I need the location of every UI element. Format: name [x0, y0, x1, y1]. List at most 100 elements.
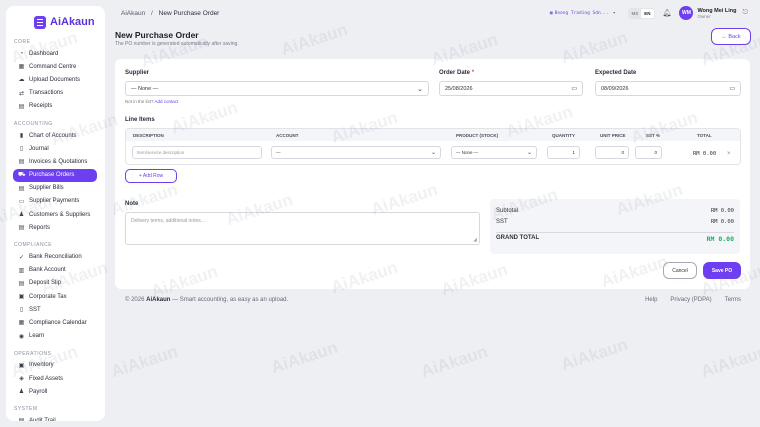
subtotal-value: RM 0.00 [710, 208, 734, 214]
footer-link-terms[interactable]: Terms [725, 297, 741, 303]
sidebar-item-label: Inventory [29, 362, 54, 369]
bell-icon[interactable]: 🔔︎ [663, 9, 672, 17]
sidebar-item-chart-of-accounts[interactable]: ▮ Chart of Accounts [13, 129, 97, 142]
footer: © 2026 AiAkaun — Smart accounting, as ea… [125, 297, 288, 303]
row-total: RM 0.00 [693, 151, 717, 157]
breadcrumb-root[interactable]: AiAkaun [121, 10, 145, 17]
totals-panel: Subtotal RM 0.00 SST RM 0.00 GRAND TOTAL… [490, 199, 740, 254]
save-po-button[interactable]: Save PO [703, 262, 741, 279]
note-textarea[interactable]: Delivery terms, additional notes... ◢ [125, 212, 480, 245]
watermark-text: AiAkaun [418, 341, 491, 382]
sidebar-item-reports[interactable]: ▤ Reports [13, 221, 97, 234]
sidebar-item-label: Fixed Assets [29, 375, 64, 382]
supplier-select[interactable]: — None — ⌄ [125, 81, 429, 96]
logo-icon [34, 15, 46, 29]
cancel-button[interactable]: Cancel [663, 262, 697, 279]
sidebar-item-compliance-calendar[interactable]: ▦ Compliance Calendar [13, 316, 97, 329]
expected-date-input[interactable]: 08/09/2026 ▭ [595, 81, 741, 96]
sidebar-item-bank-account[interactable]: ▥ Bank Account [13, 264, 97, 277]
account-select[interactable]: — ⌄ [271, 146, 441, 159]
calendar-icon[interactable]: ▭ [729, 85, 735, 92]
sidebar-item-label: Receipts [29, 103, 53, 110]
not-listed-hint: Not in the list? Add contact [125, 99, 178, 104]
watermark-text: AiAkaun [278, 19, 351, 60]
description-input[interactable]: Item/service description [132, 146, 262, 159]
not-listed-text: Not in the list? [125, 99, 154, 104]
avatar[interactable]: WM [679, 6, 694, 20]
sidebar-item-label: Dashboard [29, 50, 59, 57]
watermark-text: AiAkaun [268, 337, 341, 378]
calendar-icon[interactable]: ▭ [571, 85, 577, 92]
sidebar-item-label: Bank Reconciliation [29, 254, 82, 261]
sidebar-item-inventory[interactable]: ▣ Inventory [13, 359, 97, 372]
user-role: Owner [697, 13, 711, 19]
sst-value: RM 0.00 [710, 219, 734, 225]
sidebar-item-journal[interactable]: ▯ Journal [13, 142, 97, 155]
sidebar-item-invoices-quotations[interactable]: ▤ Invoices & Quotations [13, 155, 97, 168]
language-toggle: MS EN [627, 7, 655, 19]
sidebar-item-transactions[interactable]: ⇄ Transactions [13, 87, 97, 100]
sidebar-item-audit-trail[interactable]: ▤ Audit Trail [13, 414, 97, 421]
grand-total-row: GRAND TOTAL RM 0.00 [496, 235, 734, 243]
transfer-icon: ⇄ [18, 90, 25, 97]
sidebar-item-bank-reconciliation[interactable]: ✓ Bank Reconciliation [13, 250, 97, 263]
quantity-input[interactable]: 1 [547, 146, 580, 159]
remove-row-icon[interactable]: × [727, 151, 731, 157]
order-date-input[interactable]: 25/08/2026 ▭ [439, 81, 583, 96]
page-subtitle: The PO number is generated automatically… [115, 41, 239, 47]
sidebar-item-label: Payroll [29, 388, 48, 395]
sidebar-item-supplier-payments[interactable]: ▭ Supplier Payments [13, 195, 97, 208]
sidebar-item-command-centre[interactable]: ▦ Command Centre [13, 60, 97, 73]
sst-input[interactable]: 0 [635, 146, 662, 159]
sidebar-item-sst[interactable]: ▯ SST [13, 303, 97, 316]
breadcrumb-separator: / [151, 10, 153, 17]
sidebar-item-dashboard[interactable]: ◔ Dashboard [13, 47, 97, 60]
chevron-down-icon: ⌄ [526, 150, 532, 156]
sidebar-item-label: Journal [29, 145, 49, 152]
lang-en[interactable]: EN [641, 8, 654, 18]
order-date-value: 25/08/2026 [445, 85, 473, 92]
sidebar-item-deposit-slip[interactable]: ▤ Deposit Slip [13, 277, 97, 290]
grand-total-value: RM 0.00 [706, 235, 734, 243]
chevron-down-icon: ▾ [612, 10, 616, 16]
sidebar-item-label: Invoices & Quotations [29, 158, 88, 165]
logout-icon[interactable]: ⎋ [742, 9, 748, 17]
sidebar-item-customers-suppliers[interactable]: ♟ Customers & Suppliers [13, 208, 97, 221]
sidebar-item-receipts[interactable]: ▤ Receipts [13, 100, 97, 113]
resize-grip-icon[interactable]: ◢ [473, 237, 477, 243]
gauge-icon: ◔ [19, 50, 24, 57]
footer-link-help[interactable]: Help [645, 297, 657, 303]
unit-price-input[interactable]: 0 [595, 146, 629, 159]
box-icon: ▣ [18, 362, 25, 369]
back-button[interactable]: ← Back [711, 28, 751, 45]
footer-link-privacy[interactable]: Privacy (PDPA) [670, 297, 711, 303]
user-info[interactable]: Wong Mei Ling Owner [697, 8, 736, 19]
calendar-icon: ▦ [18, 320, 25, 327]
sidebar-item-payroll[interactable]: ♟ Payroll [13, 385, 97, 398]
cart-icon: ⛟ [18, 172, 26, 179]
sidebar-section-label: SYSTEM [14, 406, 38, 413]
add-contact-link[interactable]: Add contact [155, 99, 179, 104]
company-switcher[interactable]: ▦ Boong Trading Sdn... ▾ [550, 11, 616, 16]
col-account: ACCOUNT [276, 133, 299, 138]
sidebar-item-upload-documents[interactable]: ☁ Upload Documents [13, 73, 97, 86]
sidebar-item-label: Bank Account [29, 267, 66, 274]
cloud-upload-icon: ☁ [18, 77, 25, 84]
bank-icon: ▥ [18, 267, 25, 274]
lang-ms[interactable]: MS [629, 9, 642, 18]
product-select[interactable]: — None — ⌄ [451, 146, 537, 159]
col-unit-price: UNIT PRICE [600, 133, 626, 138]
line-items-table: DESCRIPTION ACCOUNT PRODUCT (STOCK) QUAN… [125, 128, 741, 165]
sidebar-item-fixed-assets[interactable]: ◈ Fixed Assets [13, 372, 97, 385]
breadcrumb-current: New Purchase Order [158, 10, 220, 17]
brand[interactable]: AiAkaun [34, 11, 105, 33]
sidebar-item-learn[interactable]: ◉ Learn [13, 330, 97, 343]
watermark-text: AiAkaun [558, 334, 631, 375]
add-row-button[interactable]: + Add Row [125, 169, 177, 183]
sidebar: AiAkaun CORE ◔ Dashboard ▦ Command Centre ☁ Up… [6, 6, 105, 421]
grand-total-label: GRAND TOTAL [496, 235, 540, 241]
sidebar-item-purchase-orders[interactable]: ⛟ Purchase Orders [13, 168, 97, 182]
col-sst: SST % [646, 133, 661, 138]
sidebar-item-supplier-bills[interactable]: ▤ Supplier Bills [13, 182, 97, 195]
sidebar-item-corporate-tax[interactable]: ▣ Corporate Tax [13, 290, 97, 303]
